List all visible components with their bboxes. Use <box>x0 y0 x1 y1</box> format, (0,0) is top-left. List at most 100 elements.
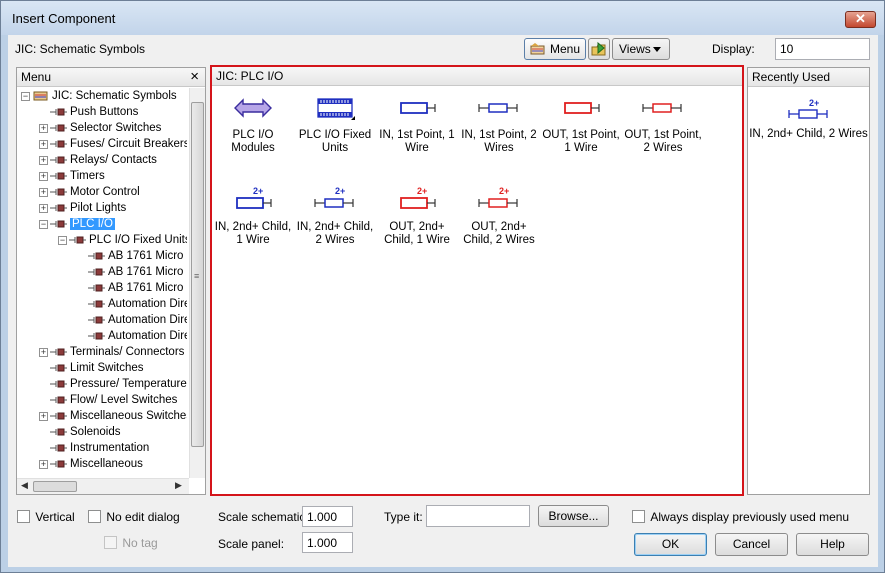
collapse-icon[interactable]: − <box>21 91 30 101</box>
scroll-left-icon[interactable]: ◀ <box>21 480 28 491</box>
menu-tree-item[interactable]: Automation Dire <box>77 298 187 314</box>
vertical-checkbox[interactable]: Vertical <box>17 509 75 524</box>
no-edit-dialog-checkbox-box[interactable] <box>88 510 101 524</box>
scale-schematic-input[interactable]: 1.000 <box>302 506 353 527</box>
type-it-input[interactable] <box>426 505 530 527</box>
menu-tree-item[interactable]: Instrumentation <box>39 442 149 458</box>
expand-icon[interactable]: + <box>39 347 48 357</box>
menu-tree-item[interactable]: Pressure/ Temperature <box>39 378 187 394</box>
no-edit-dialog-label: No edit dialog <box>106 509 180 524</box>
no-tag-checkbox[interactable]: No tag <box>104 535 158 550</box>
menu-button[interactable]: Menu <box>524 38 586 60</box>
menu-tree-item[interactable]: − PLC I/O Fixed Units <box>58 234 187 250</box>
menu-tree-item[interactable]: + Terminals/ Connectors <box>39 346 184 362</box>
recent-item[interactable]: 2+ IN, 2nd+ Child, 2 Wires <box>748 98 869 141</box>
menu-tree-item[interactable]: Automation Dire <box>77 330 187 346</box>
menu-tree-item[interactable]: AB 1761 Micro <box>77 282 183 298</box>
component-label: OUT, 2nd+ Child, 2 Wires <box>463 221 535 246</box>
menu-tree-item-label: Automation Dire <box>108 314 187 326</box>
display-label: Display: <box>712 42 755 56</box>
symbol-node-icon <box>88 284 105 292</box>
browse-folder-button[interactable] <box>588 38 610 60</box>
views-dropdown[interactable]: Views <box>612 38 670 60</box>
expand-icon[interactable]: + <box>39 203 48 213</box>
menu-tree-item-label: Automation Dire <box>108 330 187 342</box>
menu-tree-item[interactable]: + Miscellaneous <box>39 458 143 474</box>
menu-tree-item[interactable]: Automation Dire <box>77 314 187 330</box>
output-child-2-wires-icon: 2+ <box>478 186 518 208</box>
expand-icon[interactable]: + <box>39 411 48 421</box>
collapse-icon[interactable]: − <box>58 235 67 245</box>
collapse-icon[interactable]: − <box>39 219 48 229</box>
close-panel-icon[interactable]: × <box>190 68 199 85</box>
dialog-body: JIC: Schematic Symbols Menu Views Displa… <box>8 35 878 567</box>
tree-horizontal-scrollbar[interactable]: ◀ ▶ <box>17 478 189 494</box>
menu-tree-item[interactable]: − PLC I/O <box>39 218 115 234</box>
component-item[interactable]: IN, 1st Point, 1 Wire <box>376 93 458 155</box>
menu-tree-item-label: Timers <box>70 170 105 182</box>
menu-tree-item[interactable]: + Selector Switches <box>39 122 161 138</box>
expand-icon[interactable]: + <box>39 139 48 149</box>
menu-tree-item[interactable]: − JIC: Schematic Symbols <box>21 90 177 106</box>
menu-tree-item[interactable]: Flow/ Level Switches <box>39 394 177 410</box>
menu-tree-item[interactable]: + Timers <box>39 170 105 186</box>
no-edit-dialog-checkbox[interactable]: No edit dialog <box>88 509 180 524</box>
menu-tree-item[interactable]: + Relays/ Contacts <box>39 154 157 170</box>
close-window-button[interactable]: ✕ <box>845 11 876 28</box>
component-label: IN, 2nd+ Child, 1 Wire <box>214 221 292 246</box>
component-item[interactable]: 2+ OUT, 2nd+ Child, 1 Wire <box>376 185 458 247</box>
always-display-checkbox[interactable]: Always display previously used menu <box>632 509 849 524</box>
component-item[interactable]: OUT, 1st Point, 1 Wire <box>540 93 622 155</box>
component-label: PLC I/O Fixed Units <box>298 129 372 154</box>
tree-scroll-thumb[interactable]: ≡ <box>191 102 204 447</box>
menu-tree-item-label: AB 1761 Micro <box>108 250 184 262</box>
expand-icon[interactable]: + <box>39 171 48 181</box>
help-button[interactable]: Help <box>796 533 869 556</box>
scale-panel-label: Scale panel: <box>218 537 285 551</box>
tree-hscroll-thumb[interactable] <box>33 481 77 492</box>
menu-tree-item[interactable]: AB 1761 Micro <box>77 266 183 282</box>
chevron-down-icon <box>653 47 661 52</box>
component-item[interactable]: 2+ OUT, 2nd+ Child, 2 Wires <box>458 185 540 247</box>
component-item[interactable]: PLC I/O Modules <box>212 93 294 155</box>
expand-icon[interactable]: + <box>39 155 48 165</box>
views-label: Views <box>619 42 651 56</box>
expand-icon[interactable]: + <box>39 187 48 197</box>
always-display-checkbox-box[interactable] <box>632 510 645 524</box>
symbol-node-icon <box>50 220 67 228</box>
symbol-node-icon <box>50 460 67 468</box>
component-item[interactable]: PLC I/O Fixed Units <box>294 93 376 155</box>
close-icon: ✕ <box>855 11 866 26</box>
menu-tree-item[interactable]: + Motor Control <box>39 186 140 202</box>
symbol-node-icon <box>50 172 67 180</box>
cancel-button[interactable]: Cancel <box>715 533 788 556</box>
vertical-checkbox-box[interactable] <box>17 510 30 524</box>
component-item[interactable]: 2+ IN, 2nd+ Child, 1 Wire <box>212 185 294 247</box>
component-item[interactable]: OUT, 1st Point, 2 Wires <box>622 93 704 155</box>
expand-icon[interactable]: + <box>39 459 48 469</box>
library-title: JIC: Schematic Symbols <box>15 42 146 56</box>
menu-tree-item[interactable]: Push Buttons <box>39 106 138 122</box>
scroll-right-icon[interactable]: ▶ <box>175 480 182 491</box>
no-tag-checkbox-box[interactable] <box>104 536 117 550</box>
menu-tree-item[interactable]: Solenoids <box>39 426 121 442</box>
menu-tree-item[interactable]: AB 1761 Micro <box>77 250 183 266</box>
input-1st-point-2-wires-icon <box>478 103 518 113</box>
display-count-input[interactable]: 10 <box>775 38 870 60</box>
menu-tree-item-label: Flow/ Level Switches <box>70 394 178 406</box>
ok-button[interactable]: OK <box>634 533 707 556</box>
browse-button[interactable]: Browse... <box>538 505 609 527</box>
component-item[interactable]: IN, 1st Point, 2 Wires <box>458 93 540 155</box>
component-item[interactable]: 2+ IN, 2nd+ Child, 2 Wires <box>294 185 376 247</box>
menu-tree-item-label: Motor Control <box>70 186 140 198</box>
menu-tree-item[interactable]: + Fuses/ Circuit Breakers <box>39 138 187 154</box>
menu-tree-item-label: Instrumentation <box>70 442 150 454</box>
scale-panel-input[interactable]: 1.000 <box>302 532 353 553</box>
menu-tree-item[interactable]: + Pilot Lights <box>39 202 126 218</box>
tree-vertical-scrollbar[interactable]: ≡ <box>189 88 205 478</box>
menu-tree-item[interactable]: + Miscellaneous Switches <box>39 410 187 426</box>
title-bar[interactable]: Insert Component ✕ <box>1 1 884 35</box>
menu-tree-item[interactable]: Limit Switches <box>39 362 144 378</box>
expand-icon[interactable]: + <box>39 123 48 133</box>
